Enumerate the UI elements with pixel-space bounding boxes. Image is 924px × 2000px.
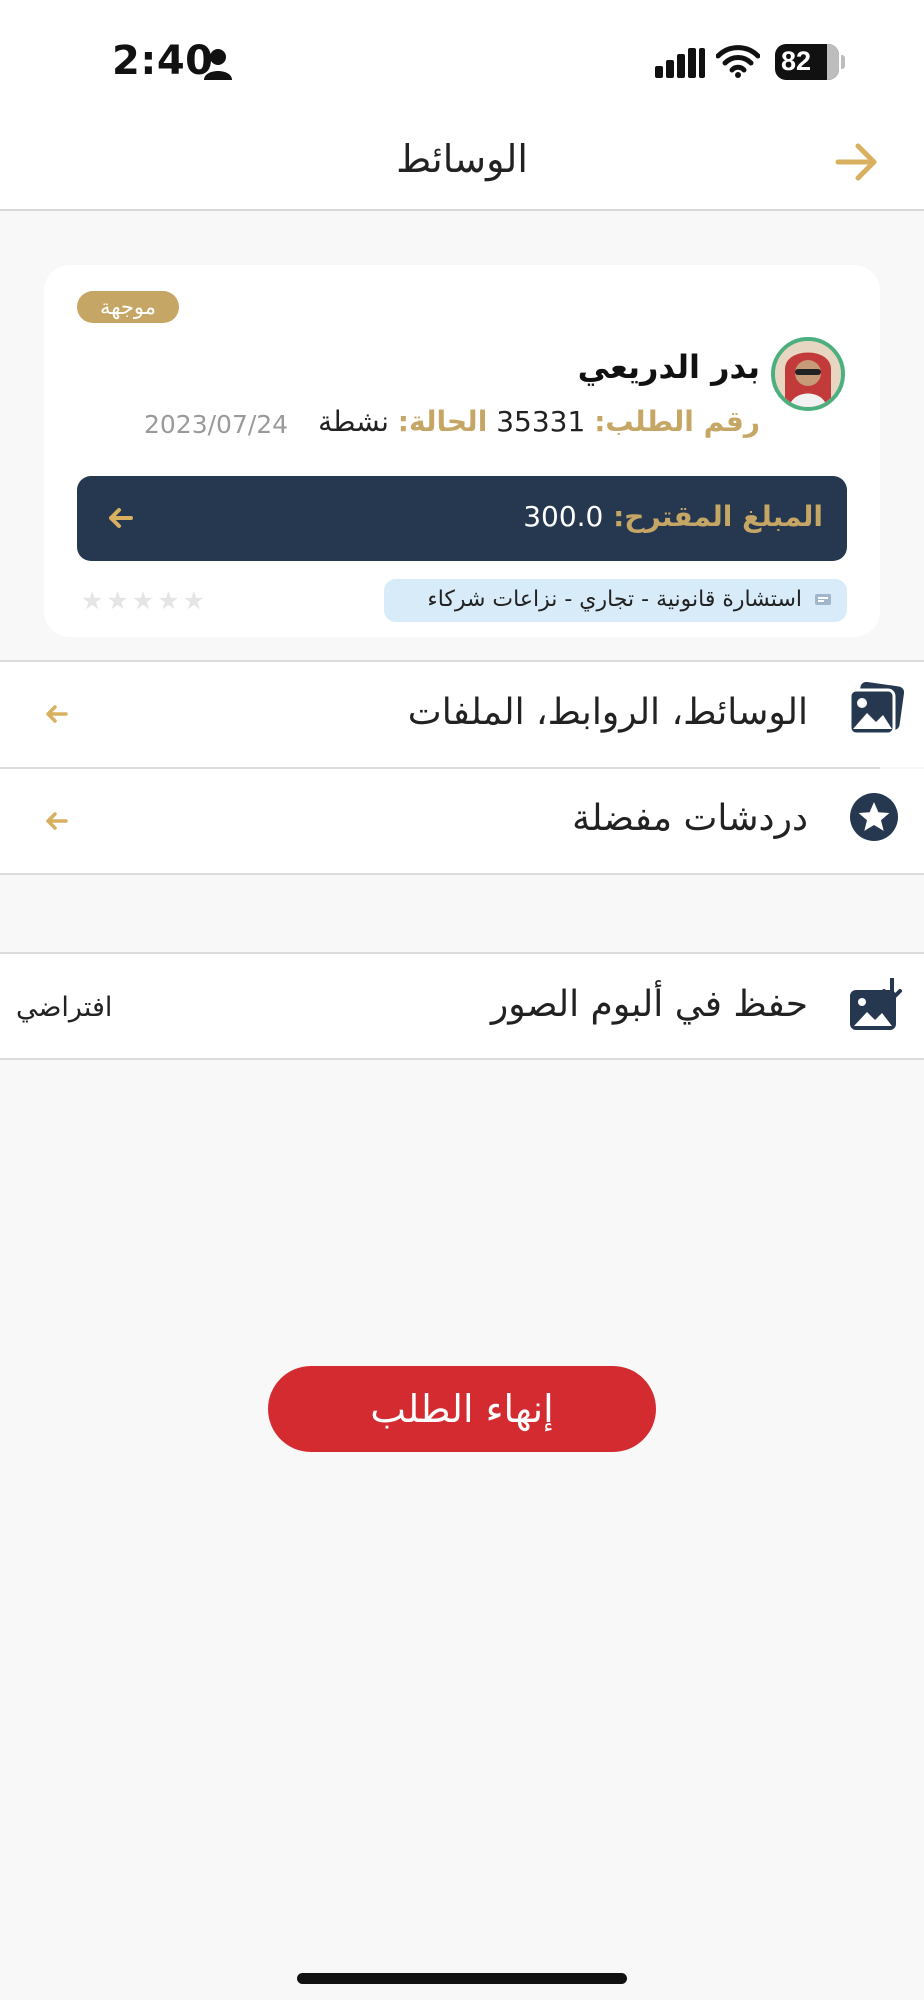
save-to-album-label: حفظ في ألبوم الصور xyxy=(490,984,808,1025)
media-links-files-label: الوسائط، الروابط، الملفات xyxy=(407,692,808,733)
amount-label: المبلغ المقترح: xyxy=(613,500,823,533)
wifi-icon xyxy=(716,45,760,78)
arrow-left-icon xyxy=(46,812,68,830)
avatar xyxy=(771,337,845,411)
battery-icon: 82 xyxy=(775,44,839,80)
avatar-image xyxy=(775,341,841,407)
end-request-button[interactable]: إنهاء الطلب xyxy=(268,1366,656,1452)
status-label: الحالة: xyxy=(397,405,488,438)
battery-level: 82 xyxy=(781,46,812,76)
status-badge: موجهة xyxy=(77,291,179,323)
request-date: 2023/07/24 xyxy=(144,410,289,439)
category-tag: استشارة قانونية - تجاري - نزاعات شركاء xyxy=(384,579,847,622)
nav-bar: الوسائط xyxy=(0,115,924,211)
favorite-chats-label: دردشات مفضلة xyxy=(572,798,808,839)
save-to-album-value: افتراضي xyxy=(16,992,113,1023)
category-tag-label: استشارة قانونية - تجاري - نزاعات شركاء xyxy=(427,587,802,612)
media-links-files-row[interactable]: الوسائط، الروابط، الملفات xyxy=(0,662,924,767)
arrow-left-icon xyxy=(109,508,133,528)
battery-cap xyxy=(841,55,845,69)
request-number-label: رقم الطلب: xyxy=(594,405,760,438)
save-to-album-row[interactable]: حفظ في ألبوم الصور افتراضي xyxy=(0,954,924,1058)
favorite-chats-row[interactable]: دردشات مفضلة xyxy=(0,769,924,873)
ticket-icon xyxy=(815,594,831,605)
status-bar: 2:40 82 xyxy=(0,0,924,115)
home-indicator xyxy=(297,1973,627,1984)
save-image-icon xyxy=(850,978,902,1030)
divider xyxy=(0,1058,924,1060)
status-value: نشطة xyxy=(318,405,389,438)
back-arrow-icon[interactable] xyxy=(830,137,884,187)
arrow-left-icon xyxy=(46,705,68,723)
page-title: الوسائط xyxy=(396,137,528,181)
signal-icon xyxy=(655,48,705,78)
status-time: 2:40 xyxy=(112,38,214,84)
person-icon xyxy=(204,49,232,80)
divider xyxy=(0,873,924,875)
request-number: 35331 xyxy=(496,405,586,438)
amount-value: 300.0 xyxy=(523,500,604,533)
rating-stars: ★★★★★ xyxy=(81,586,209,615)
proposed-amount-bar[interactable]: المبلغ المقترح: 300.0 xyxy=(77,476,847,561)
request-info-row: رقم الطلب: 35331 الحالة: نشطة xyxy=(318,405,760,438)
proposed-amount: المبلغ المقترح: 300.0 xyxy=(523,500,823,533)
client-name: بدر الدريعي xyxy=(577,348,760,386)
photos-icon xyxy=(848,682,904,736)
star-icon xyxy=(850,793,898,841)
